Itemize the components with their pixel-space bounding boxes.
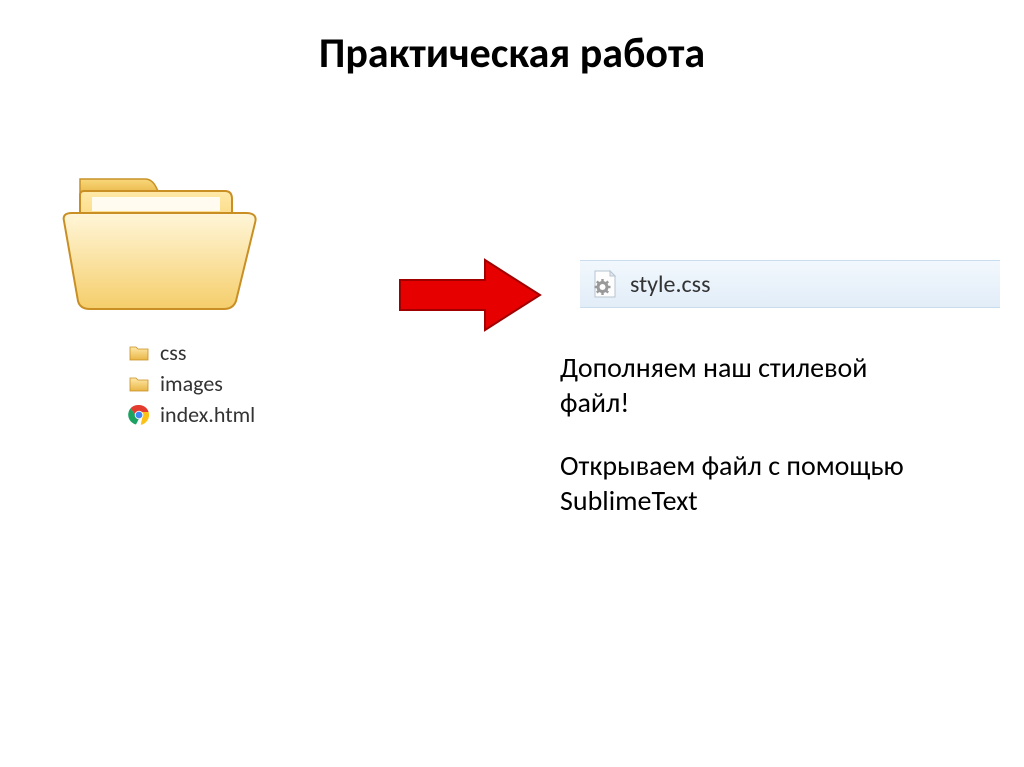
chrome-icon [128, 404, 150, 426]
instruction-line: Открываем файл с помощью SublimeText [560, 448, 910, 518]
arrow-right-icon [395, 255, 545, 335]
large-folder-icon [60, 165, 260, 325]
file-label: images [160, 370, 223, 397]
instruction-text: Дополняем наш стилевой файл! Открываем ф… [560, 350, 910, 546]
folder-icon [128, 342, 150, 364]
folder-icon [128, 373, 150, 395]
instruction-line: Дополняем наш стилевой файл! [560, 350, 910, 420]
file-selection-bar: style.css [580, 260, 1000, 308]
css-file-icon [590, 269, 620, 299]
file-label: index.html [160, 401, 255, 428]
list-item: images [128, 370, 255, 397]
list-item: index.html [128, 401, 255, 428]
slide-title: Практическая работа [0, 28, 1024, 79]
style-file-label: style.css [630, 270, 710, 299]
file-label: css [160, 339, 187, 366]
folder-contents-list: css images index.html [128, 335, 255, 432]
list-item: css [128, 339, 255, 366]
